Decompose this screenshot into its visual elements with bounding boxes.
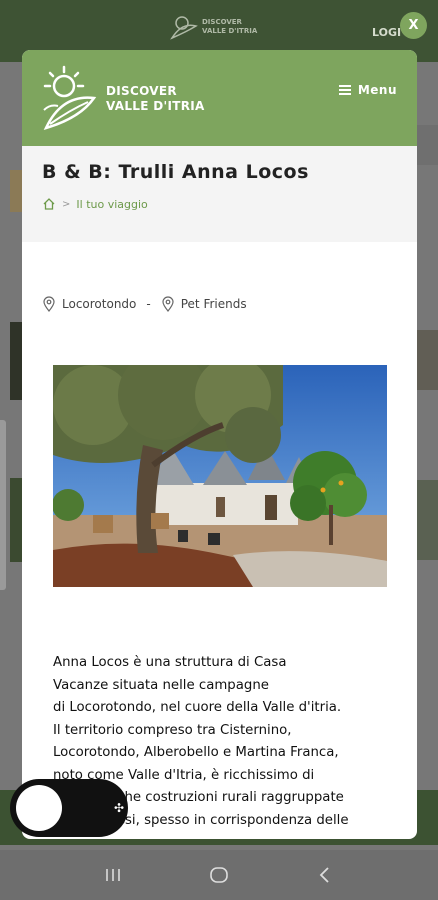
background-logo-line1: DISCOVER (202, 18, 242, 26)
toggle-knob[interactable] (16, 785, 62, 831)
move-icon: ✣ (114, 801, 125, 815)
menu-label: Menu (357, 83, 397, 97)
sun-leaf-logo-icon (170, 16, 198, 40)
description-line: Locorotondo, Alberobello e Martina Franc… (53, 745, 339, 760)
listing-meta: Locorotondo - Pet Friends (42, 296, 247, 312)
meta-separator: - (146, 297, 151, 311)
location-label[interactable]: Locorotondo (62, 297, 136, 311)
back-chevron-icon (319, 867, 329, 883)
description-line: Il territorio compreso tra Cisternino, (53, 722, 292, 738)
home-icon[interactable] (42, 197, 56, 211)
hamburger-icon (338, 85, 351, 95)
trulli-photo-image (53, 365, 387, 587)
sun-leaf-logo-icon (43, 65, 97, 130)
logo-line1: DISCOVER (106, 84, 177, 98)
recent-apps-icon (106, 869, 120, 881)
background-logo-line2: VALLE D'ITRIA (202, 27, 258, 35)
description-line: di Locorotondo, nel cuore della Valle d'… (53, 700, 342, 715)
floating-toggle[interactable]: ✣ (10, 779, 128, 837)
description-line: Vacanze situata nelle campagne (53, 677, 269, 693)
listing-photo (53, 365, 387, 587)
page-title-band: B & B: Trulli Anna Locos > Il tuo viaggi… (22, 146, 417, 242)
menu-button[interactable]: Menu (338, 83, 397, 97)
background-thumb (10, 322, 22, 400)
tag-label[interactable]: Pet Friends (181, 297, 247, 311)
map-pin-icon (162, 296, 174, 312)
back-button[interactable] (311, 861, 339, 889)
map-pin-icon (43, 296, 55, 312)
background-thumb (417, 480, 438, 560)
modal-dialog: DISCOVER VALLE D'ITRIA Menu B & B: Trull… (22, 50, 417, 839)
home-circle-icon (210, 867, 228, 883)
site-header: DISCOVER VALLE D'ITRIA Menu (22, 50, 417, 146)
edge-panel-handle[interactable] (0, 420, 6, 590)
close-button[interactable]: X (400, 12, 427, 39)
home-button[interactable] (205, 861, 233, 889)
background-logo: DISCOVER VALLE D'ITRIA (168, 12, 257, 42)
background-thumb (10, 170, 22, 212)
recent-apps-button[interactable] (99, 861, 127, 889)
page-title: B & B: Trulli Anna Locos (42, 161, 309, 183)
site-logo[interactable]: DISCOVER VALLE D'ITRIA (40, 64, 205, 134)
background-thumb (417, 125, 438, 165)
breadcrumb: > Il tuo viaggio (42, 197, 397, 211)
system-navigation-bar (0, 850, 438, 900)
logo-line2: VALLE D'ITRIA (106, 99, 205, 113)
breadcrumb-separator: > (62, 198, 71, 210)
background-thumb (417, 330, 438, 390)
description-line: Anna Locos è una struttura di Casa (53, 655, 287, 670)
background-thumb (10, 478, 22, 562)
breadcrumb-link[interactable]: Il tuo viaggio (76, 198, 147, 211)
close-icon: X (408, 18, 419, 33)
background-login-link: LOGI (372, 26, 402, 39)
